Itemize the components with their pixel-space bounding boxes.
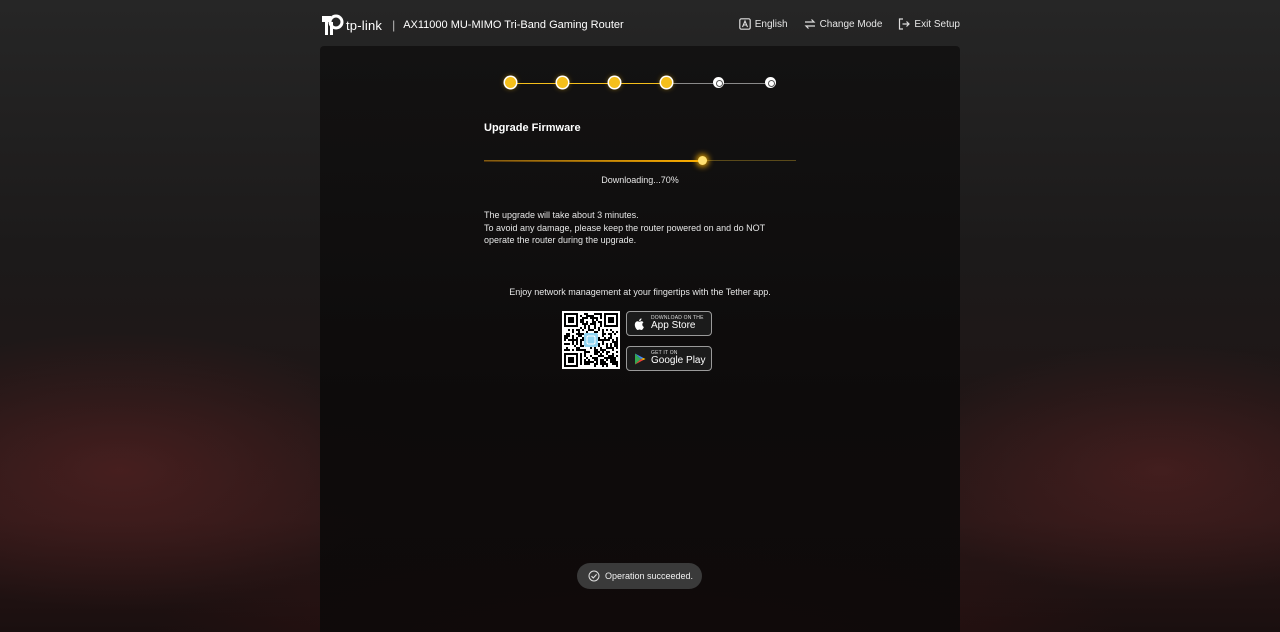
stepper-connector	[568, 82, 609, 84]
apple-icon	[634, 317, 644, 330]
exit-setup-button[interactable]: Exit Setup	[898, 18, 960, 30]
stepper-connector	[724, 82, 765, 84]
upgrade-note-duration: The upgrade will take about 3 minutes.	[484, 210, 639, 220]
upgrade-progress-bar	[484, 156, 796, 166]
stepper-step-1	[505, 77, 516, 88]
language-button[interactable]: English	[738, 18, 788, 30]
exit-setup-label: Exit Setup	[914, 18, 960, 30]
tp-link-logo-icon	[322, 14, 344, 35]
qr-code-graphic	[564, 313, 618, 367]
success-toast: Operation succeeded.	[577, 563, 702, 589]
google-play-label: Google Play	[651, 355, 706, 366]
progress-status-text: Downloading...70%	[601, 175, 679, 185]
google-play-icon	[635, 353, 646, 364]
setup-stepper	[505, 77, 777, 89]
model-name: AX11000 MU-MIMO Tri-Band Gaming Router	[403, 19, 624, 31]
exit-icon	[899, 18, 911, 30]
app-store-label: App Store	[651, 320, 696, 331]
stepper-connector	[620, 82, 661, 84]
tether-message: Enjoy network management at your fingert…	[509, 287, 771, 297]
setup-panel	[320, 46, 960, 632]
brand-name: tp-link	[346, 17, 383, 33]
upgrade-note-warning: To avoid any damage, please keep the rou…	[484, 222, 766, 246]
google-play-button[interactable]: GET IT ON Google Play	[626, 346, 712, 371]
brand: tp-link | AX11000 MU-MIMO Tri-Band Gamin…	[320, 14, 624, 36]
tether-qr-code	[562, 311, 620, 369]
page-title: Upgrade Firmware	[484, 122, 581, 134]
stepper-connector	[672, 82, 713, 84]
stepper-connector	[516, 82, 557, 84]
toast-message: Operation succeeded.	[605, 571, 694, 581]
top-bar: tp-link | AX11000 MU-MIMO Tri-Band Gamin…	[0, 0, 1280, 48]
app-store-button[interactable]: Download on the App Store	[626, 311, 712, 336]
app-store-text: Download on the App Store	[651, 316, 704, 331]
progress-fill	[484, 159, 703, 162]
language-label: English	[754, 18, 788, 30]
top-nav: English Change Mode Exit Setup	[738, 18, 960, 30]
swap-arrows-icon	[804, 19, 816, 29]
stepper-step-4	[661, 77, 672, 88]
check-circle-icon	[588, 570, 600, 582]
stepper-step-5	[713, 77, 724, 88]
stepper-step-6	[765, 77, 776, 88]
progress-indicator	[697, 156, 707, 165]
change-mode-button[interactable]: Change Mode	[804, 18, 883, 30]
google-play-text: GET IT ON Google Play	[651, 351, 705, 366]
brand-divider: |	[392, 18, 396, 32]
upgrade-notes: The upgrade will take about 3 minutes. T…	[484, 209, 796, 247]
change-mode-label: Change Mode	[819, 18, 883, 30]
stepper-step-2	[557, 77, 568, 88]
stepper-step-3	[609, 77, 620, 88]
language-icon	[738, 18, 751, 30]
